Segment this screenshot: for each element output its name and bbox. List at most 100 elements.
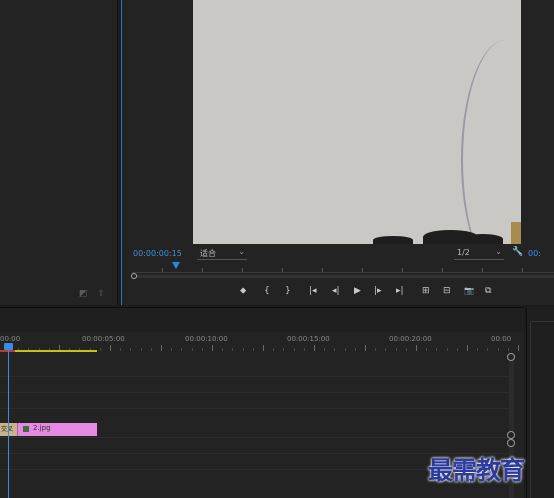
ruler-label: 00:00:05:00 [82, 335, 125, 343]
audio-meter [530, 321, 554, 498]
ruler-label: 00:00 [491, 335, 512, 343]
mark-in-button[interactable]: { [264, 286, 270, 296]
go-to-in-button[interactable]: |◂ [309, 286, 317, 296]
ruler-label: 00:00:20:00 [389, 335, 432, 343]
audio-meter-panel [526, 307, 554, 498]
rock-silhouette [463, 234, 503, 244]
track-divider [0, 437, 510, 438]
ruler-tick [212, 345, 213, 351]
ruler-tick [487, 348, 489, 351]
bubble-edge [461, 40, 521, 244]
ruler-tick [181, 348, 183, 351]
ruler-tick [110, 345, 111, 351]
ruler-label: 00:00:10:00 [185, 335, 228, 343]
ruler-tick [150, 348, 152, 351]
watermark-logo: 最需教育 [428, 456, 525, 485]
ruler-tick [518, 345, 519, 351]
ruler-tick [436, 348, 438, 351]
monitor-scroll-track[interactable] [132, 275, 554, 278]
ruler-tick [191, 348, 193, 351]
ruler-tick [456, 348, 458, 351]
ruler-tick [201, 348, 203, 351]
video-frame [193, 0, 521, 244]
ruler-tick [283, 348, 285, 351]
resolution-value: 1/2 [457, 248, 470, 257]
track-divider [0, 392, 510, 393]
ruler-tick [303, 348, 305, 351]
chevron-down-icon: ⌄ [495, 247, 502, 256]
ruler-tick [385, 348, 387, 351]
ruler-tick [416, 345, 417, 351]
play-button[interactable]: ▶ [354, 286, 361, 296]
add-marker-button[interactable]: ⬥ [240, 286, 246, 296]
resolution-select[interactable]: 1/2 ⌄ [454, 247, 504, 260]
ruler-tick [507, 348, 509, 351]
clip-name: 2.jpg [33, 424, 51, 432]
ruler-tick [222, 348, 224, 351]
ruler-tick [405, 348, 407, 351]
rock-silhouette [373, 236, 413, 244]
ruler-tick [273, 348, 275, 351]
image-icon [23, 426, 29, 432]
go-to-out-button[interactable]: ▸| [396, 286, 404, 296]
ruler-tick [477, 348, 479, 351]
playhead-timecode[interactable]: 00:00:00:15 [133, 249, 182, 258]
wrench-icon[interactable]: 🔧 [512, 247, 523, 257]
ruler-tick [395, 348, 397, 351]
ruler-tick [314, 345, 315, 351]
timeline-header [0, 308, 524, 332]
program-monitor: 00:00:00:15 适合 ⌄ 1/2 ⌄ 🔧 00: ⬥ { } |◂ ◂|… [121, 0, 554, 305]
ruler-tick [232, 348, 234, 351]
insert-button[interactable]: ⊞ [422, 286, 430, 296]
ruler-tick [171, 348, 173, 351]
compare-view-button[interactable]: ⧉ [485, 286, 491, 296]
ruler-tick [375, 348, 377, 351]
monitor-mini-ruler[interactable] [132, 263, 554, 273]
ruler-tick [365, 345, 366, 351]
mark-out-button[interactable]: } [285, 286, 291, 296]
ruler-tick [120, 348, 122, 351]
ruler-tick [354, 348, 356, 351]
video-clip[interactable]: 2.jpg [17, 423, 97, 436]
ruler-tick [140, 348, 142, 351]
ruler-tick [497, 348, 499, 351]
ruler-label: 00:00:15:00 [287, 335, 330, 343]
project-panel: ◩ ⇪ [0, 0, 118, 305]
ruler-label: 00:00 [0, 335, 21, 343]
ruler-tick [467, 345, 468, 351]
ruler-tick [242, 348, 244, 351]
ruler-tick [293, 348, 295, 351]
ruler-tick [161, 345, 162, 351]
scroll-handle-top[interactable] [507, 353, 515, 361]
step-forward-button[interactable]: |▸ [374, 286, 382, 296]
premiere-window: ◩ ⇪ 00:00:00:15 适合 ⌄ 1/2 ⌄ 🔧 00: ⬥ {} |… [0, 0, 554, 498]
ruler-tick [263, 345, 264, 351]
monitor-playhead[interactable] [172, 262, 180, 269]
monitor-controls: 00:00:00:15 适合 ⌄ 1/2 ⌄ 🔧 00: [122, 246, 554, 262]
zoom-fit-value: 适合 [200, 249, 216, 258]
project-panel-icons: ◩ ⇪ [79, 289, 105, 299]
export-frame-button[interactable]: 📷 [464, 286, 474, 295]
ruler-tick [99, 348, 101, 351]
ruler-tick [334, 348, 336, 351]
chevron-down-icon: ⌄ [238, 247, 245, 256]
export-icon[interactable]: ⇪ [97, 289, 105, 299]
ruler-tick [426, 348, 428, 351]
duration-timecode: 00: [528, 249, 541, 258]
ruler-tick [252, 348, 254, 351]
sand-patch [511, 222, 521, 244]
timeline-playhead[interactable] [8, 344, 9, 498]
scroll-handle[interactable] [507, 439, 515, 447]
track-divider [0, 376, 510, 377]
ruler-tick [130, 348, 132, 351]
ruler-tick [324, 348, 326, 351]
track-divider [0, 408, 510, 409]
new-bin-icon[interactable]: ◩ [79, 289, 88, 299]
ruler-tick [446, 348, 448, 351]
step-back-button[interactable]: ◂| [332, 286, 340, 296]
scroll-handle[interactable] [507, 431, 515, 439]
ruler-tick [344, 348, 346, 351]
overwrite-button[interactable]: ⊟ [443, 286, 451, 296]
monitor-scroll-handle[interactable] [131, 273, 137, 279]
zoom-fit-select[interactable]: 适合 ⌄ [197, 247, 247, 260]
